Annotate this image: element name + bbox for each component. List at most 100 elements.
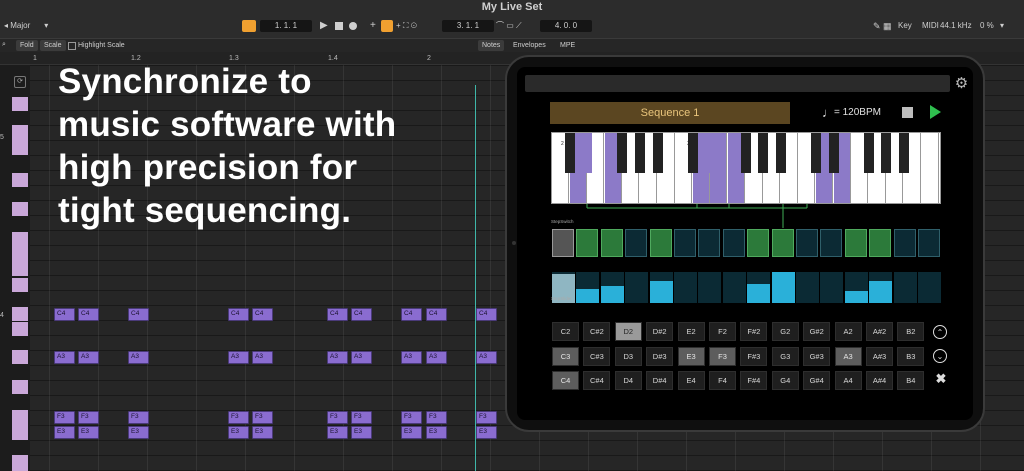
piano-black-key[interactable]	[758, 133, 769, 173]
clear-icon[interactable]: ✖	[934, 372, 948, 386]
midi-note[interactable]: C4	[252, 308, 273, 321]
note-button[interactable]: F2	[709, 322, 736, 341]
piano-roll-key[interactable]	[12, 350, 28, 364]
note-button[interactable]: G#2	[803, 322, 831, 341]
record-icon[interactable]	[349, 22, 357, 30]
midi-note[interactable]: A3	[401, 351, 422, 364]
step-slider[interactable]	[820, 272, 844, 303]
note-button[interactable]: D2	[614, 322, 642, 341]
piano-black-key[interactable]	[635, 133, 645, 173]
note-button[interactable]: F3	[709, 346, 736, 366]
midi-note[interactable]: C4	[228, 308, 249, 321]
piano-black-key[interactable]	[687, 133, 698, 173]
step-slider[interactable]	[698, 272, 722, 303]
follow-button[interactable]	[242, 20, 256, 32]
piano-black-key[interactable]	[582, 133, 593, 173]
piano-roll-key[interactable]	[12, 322, 28, 336]
tab-envelopes[interactable]: Envelopes	[513, 40, 546, 51]
midi-note[interactable]: E3	[54, 426, 75, 439]
piano-roll-key[interactable]	[12, 202, 28, 216]
step-slider[interactable]	[600, 272, 624, 303]
piano-roll-key[interactable]	[12, 380, 28, 394]
step-slider[interactable]	[747, 272, 771, 303]
piano-roll-key[interactable]	[12, 455, 28, 471]
scale-dropdown[interactable]: ◂ Major ▾	[4, 20, 48, 32]
step-switch[interactable]	[576, 229, 599, 257]
midi-note[interactable]: E3	[78, 426, 99, 439]
midi-note[interactable]: F3	[426, 411, 447, 424]
step-switch[interactable]	[625, 229, 648, 257]
step-slider[interactable]	[893, 272, 917, 303]
midi-note[interactable]: A3	[54, 351, 75, 364]
piano-roll-key[interactable]	[12, 125, 28, 155]
piano-keyboard[interactable]	[551, 132, 941, 204]
midi-note[interactable]: F3	[476, 411, 497, 424]
tempo-display[interactable]: = 120BPM	[834, 104, 904, 122]
midi-note[interactable]: F3	[401, 411, 422, 424]
piano-black-key[interactable]	[775, 133, 786, 173]
midi-note[interactable]: C4	[78, 308, 99, 321]
piano-roll-key[interactable]	[12, 232, 28, 262]
piano-roll-key[interactable]	[12, 97, 28, 111]
note-button[interactable]: E4	[677, 371, 705, 390]
midi-note[interactable]: E3	[128, 426, 149, 439]
midi-note[interactable]: E3	[228, 426, 249, 439]
note-button[interactable]: A4	[834, 371, 862, 390]
midi-note[interactable]: F3	[351, 411, 372, 424]
step-slider[interactable]	[722, 272, 746, 303]
piano-black-key[interactable]	[740, 133, 751, 173]
note-button[interactable]: A#3	[866, 346, 893, 366]
note-button[interactable]: A3	[834, 346, 862, 366]
note-button[interactable]: G#3	[803, 346, 831, 366]
midi-note[interactable]: F3	[54, 411, 75, 424]
note-button[interactable]: G3	[771, 346, 799, 366]
midi-note[interactable]: E3	[252, 426, 273, 439]
note-button[interactable]: C#4	[583, 371, 611, 390]
octave-down-icon[interactable]: ⌄	[933, 349, 947, 363]
piano-roll-key[interactable]	[12, 173, 28, 187]
step-switch[interactable]	[747, 229, 770, 257]
note-button[interactable]: G4	[771, 371, 799, 390]
note-button[interactable]: A2	[834, 322, 862, 341]
piano-black-key[interactable]	[705, 133, 716, 173]
note-button[interactable]: C4	[552, 371, 579, 390]
note-button[interactable]: C2	[552, 322, 579, 341]
tab-mpe[interactable]: MPE	[560, 40, 575, 51]
note-button[interactable]: D4	[614, 371, 642, 390]
scale-button[interactable]: Scale	[40, 40, 66, 51]
note-button[interactable]: F4	[709, 371, 736, 390]
step-slider[interactable]	[918, 272, 941, 303]
midi-note[interactable]: E3	[476, 426, 497, 439]
midi-note[interactable]: E3	[401, 426, 422, 439]
stop-icon[interactable]	[335, 22, 343, 30]
note-button[interactable]: C#3	[583, 346, 611, 366]
overdub-icon[interactable]: +	[370, 20, 376, 32]
note-button[interactable]: D#3	[646, 346, 674, 366]
step-switch[interactable]	[893, 229, 916, 257]
midi-note[interactable]: A3	[252, 351, 273, 364]
note-button[interactable]: B4	[897, 371, 925, 390]
step-switch[interactable]	[649, 229, 672, 257]
piano-black-key[interactable]	[811, 133, 821, 173]
search-icon[interactable]: ⌕	[2, 39, 6, 50]
piano-black-key[interactable]	[828, 133, 839, 173]
play-icon[interactable]: ▶	[320, 20, 328, 32]
note-button[interactable]: F#4	[740, 371, 768, 390]
step-slider[interactable]	[576, 272, 600, 303]
step-switch[interactable]	[820, 229, 843, 257]
draw-mode-icon[interactable]: ✎ ▦	[873, 20, 892, 32]
step-slider[interactable]	[869, 272, 893, 303]
step-switch[interactable]	[918, 229, 940, 257]
step-slider[interactable]	[674, 272, 697, 303]
note-button[interactable]: F#3	[740, 346, 768, 366]
step-slider[interactable]	[649, 272, 673, 303]
chevron-down-icon[interactable]: ▾	[1000, 20, 1004, 32]
piano-roll-key[interactable]	[12, 278, 28, 292]
midi-note[interactable]: E3	[351, 426, 372, 439]
capture-icon[interactable]: + ⛶ ⊙	[396, 20, 417, 32]
note-button[interactable]: B3	[897, 346, 925, 366]
midi-note[interactable]: A3	[78, 351, 99, 364]
midi-note[interactable]: F3	[78, 411, 99, 424]
note-button[interactable]: C3	[552, 346, 579, 366]
step-switch[interactable]	[869, 229, 892, 257]
